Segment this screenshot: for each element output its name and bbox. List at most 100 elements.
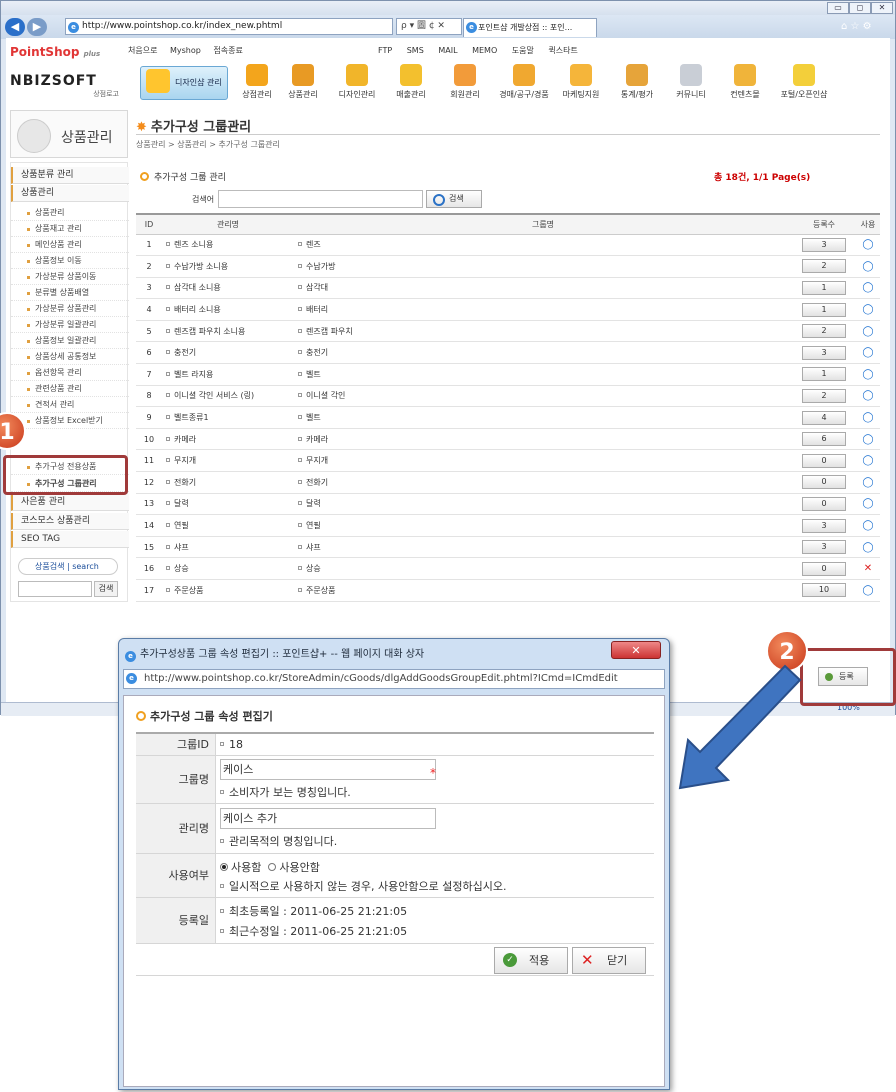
cell-mgr[interactable]: 달력 [162,493,294,516]
menu-goods[interactable]: 상품관리 [278,62,328,100]
sidebar-item[interactable]: 상품정보 일괄관리 [11,333,129,349]
forward-button[interactable]: ▶ [27,18,47,36]
sidebar-item[interactable]: 가상분류 상품이동 [11,269,129,285]
cell-mgr[interactable]: 렌즈캡 파우치 소니용 [162,320,294,343]
cell-use[interactable]: ◯ [856,449,880,473]
count-button[interactable]: 3 [802,518,846,533]
sidebar-item[interactable]: 견적서 관리 [11,397,129,413]
sidebar-item[interactable]: 가상분류 상품관리 [11,301,129,317]
menu-auction[interactable]: 경매/공구/경품 [494,62,554,100]
menu-marketing[interactable]: 마케팅지원 [556,62,606,100]
sidebar-cat-gift[interactable]: 사은품 관리 [11,494,129,511]
browser-tab[interactable]: e 포인트샵 개발상점 :: 포인... [463,18,597,37]
cell-mgr[interactable]: 주문상품 [162,579,294,602]
search-button[interactable]: 검색 [426,190,482,208]
use-off-radio[interactable]: 사용안함 [268,861,320,874]
top-link-logout[interactable]: 접속종료 [213,46,242,55]
tool-memo[interactable]: MEMO [472,46,497,55]
table-row[interactable]: 15 샤프 샤프 3 ◯ [136,536,880,559]
tool-sms[interactable]: SMS [407,46,424,55]
table-row[interactable]: 12 전화기 전화기 0 ◯ [136,471,880,494]
sidebar-item[interactable]: 상품상세 공통정보 [11,349,129,365]
cell-use[interactable]: ◯ [856,277,880,300]
cell-mgr[interactable]: 벨트 라지용 [162,363,294,386]
use-on-radio[interactable]: 사용함 [220,861,261,874]
count-button[interactable]: 0 [802,475,846,490]
tool-help[interactable]: 도움말 [512,45,534,56]
maximize-button[interactable]: ◻ [849,2,871,14]
minimize-button[interactable]: ▭ [827,2,849,14]
tool-ftp[interactable]: FTP [378,46,392,55]
cell-mgr[interactable]: 무지개 [162,449,294,473]
table-row[interactable]: 4 배터리 소니용 배터리 1 ◯ [136,298,880,321]
sidebar-cat-seo[interactable]: SEO TAG [11,531,129,548]
sidebar-item[interactable]: 관련상품 관리 [11,381,129,397]
table-row[interactable]: 6 충전기 충전기 3 ◯ [136,341,880,365]
cell-use[interactable]: ◯ [856,428,880,451]
cell-use[interactable]: ◯ [856,385,880,408]
apply-button[interactable]: 적용 [494,947,568,974]
table-row[interactable]: 3 삼각대 소니용 삼각대 1 ◯ [136,277,880,300]
count-button[interactable]: 0 [802,453,846,468]
cell-use[interactable]: ◯ [856,471,880,494]
cell-use[interactable]: ◯ [856,234,880,257]
cell-use[interactable]: ◯ [856,320,880,343]
table-row[interactable]: 14 연필 연필 3 ◯ [136,514,880,537]
menu-sales[interactable]: 매출관리 [386,62,436,100]
cell-use[interactable]: ◯ [856,255,880,278]
cell-mgr[interactable]: 벨트종류1 [162,406,294,429]
count-button[interactable]: 3 [802,540,846,555]
cell-mgr[interactable]: 전화기 [162,471,294,494]
sidebar-item[interactable]: 옵션항목 관리 [11,365,129,381]
menu-community[interactable]: 커뮤니티 [666,62,716,100]
sidebar-search-input[interactable] [18,581,92,597]
menu-portal[interactable]: 포털/오픈인샵 [772,62,836,100]
top-link-myshop[interactable]: Myshop [170,46,201,55]
back-button[interactable]: ◀ [5,18,25,36]
sidebar-item[interactable]: 메인상품 관리 [11,237,129,253]
cell-mgr[interactable]: 렌즈 소니용 [162,234,294,257]
count-button[interactable]: 1 [802,367,846,382]
menu-member[interactable]: 회원관리 [440,62,490,100]
count-button[interactable]: 2 [802,259,846,274]
cell-use[interactable]: ◯ [856,514,880,537]
cell-mgr[interactable]: 배터리 소니용 [162,298,294,321]
sidebar-item[interactable]: 상품정보 이동 [11,253,129,269]
sidebar-item[interactable]: 상품재고 관리 [11,221,129,237]
table-row[interactable]: 9 벨트종류1 벨트 4 ◯ [136,406,880,429]
cell-use[interactable]: ◯ [856,363,880,386]
cell-use[interactable]: ◯ [856,493,880,516]
count-button[interactable]: 0 [802,561,846,576]
table-row[interactable]: 2 수납가방 소니용 수납가방 2 ◯ [136,255,880,278]
menu-design[interactable]: 디자인관리 [332,62,382,100]
cell-use[interactable]: ✕ [856,557,880,580]
close-button[interactable]: 닫기 [572,947,646,974]
cell-mgr[interactable]: 카메라 [162,428,294,451]
table-row[interactable]: 10 카메라 카메라 6 ◯ [136,428,880,451]
sidebar-item[interactable]: 분류별 상품배열 [11,285,129,301]
sidebar-cat-cosmos[interactable]: 코스모스 상품관리 [11,513,129,530]
menu-contents[interactable]: 컨텐츠몰 [720,62,770,100]
table-row[interactable]: 7 벨트 라지용 벨트 1 ◯ [136,363,880,386]
table-row[interactable]: 8 이니셜 각인 서비스 (링) 이니셜 각인 2 ◯ [136,385,880,408]
sidebar-item[interactable]: 가상분류 일괄관리 [11,317,129,333]
count-button[interactable]: 10 [802,583,846,598]
group-name-input[interactable]: 케이스 * [220,759,436,780]
table-row[interactable]: 13 달력 달력 0 ◯ [136,493,880,516]
table-row[interactable]: 17 주문상품 주문상품 10 ◯ [136,579,880,602]
address-controls[interactable]: ρ ▾ 圖 ¢ ✕ [396,18,462,35]
cell-mgr[interactable]: 이니셜 각인 서비스 (링) [162,385,294,408]
sidebar-cat-goods[interactable]: 상품관리 [11,185,129,202]
sidebar-search-button[interactable]: 검색 [94,581,118,597]
count-button[interactable]: 4 [802,410,846,425]
count-button[interactable]: 0 [802,496,846,511]
register-button[interactable]: 등록 [818,667,868,686]
dialog-close-button[interactable]: ✕ [611,641,661,659]
count-button[interactable]: 3 [802,345,846,360]
search-input[interactable] [218,190,423,208]
tool-quickstart[interactable]: 퀵스타트 [548,45,577,56]
count-button[interactable]: 1 [802,302,846,317]
close-window-button[interactable]: ✕ [871,2,893,14]
table-row[interactable]: 16 상승 상승 0 ✕ [136,557,880,580]
sidebar-cat-classify[interactable]: 상품분류 관리 [11,167,129,184]
